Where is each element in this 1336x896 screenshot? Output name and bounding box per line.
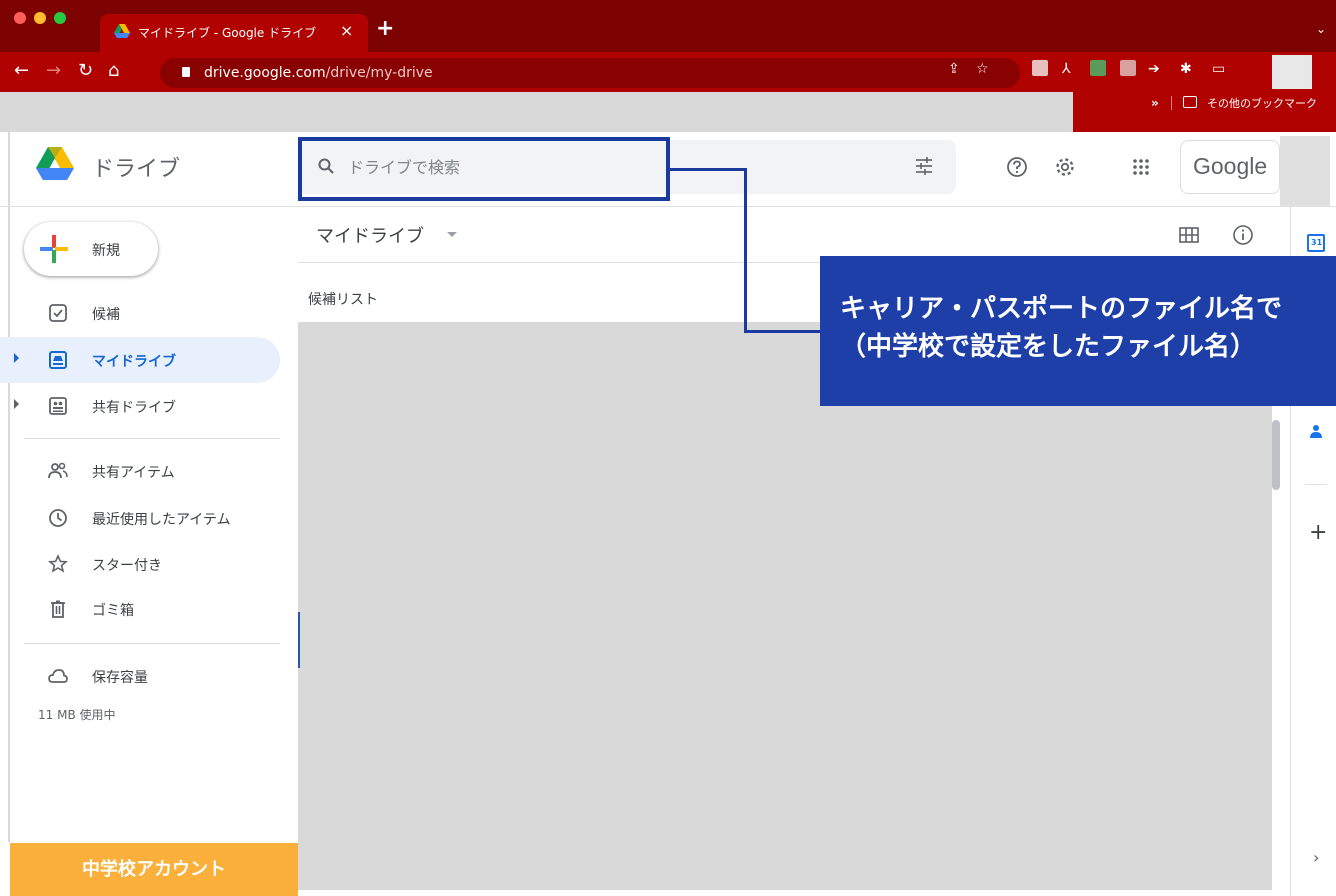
apps-grid-icon[interactable]: [1130, 156, 1152, 178]
tab-close-icon[interactable]: ×: [340, 21, 353, 40]
browser-tab-strip: マイドライブ - Google ドライブ × + ⌄: [0, 0, 1336, 52]
cast-extension-icon[interactable]: ➔: [1148, 60, 1160, 78]
clock-icon: [49, 509, 67, 527]
resize-handle[interactable]: [298, 612, 300, 668]
suggested-icon: [49, 304, 67, 322]
close-window-button[interactable]: [14, 12, 26, 24]
sidebar-item-trash[interactable]: ゴミ箱: [0, 586, 280, 632]
sidebar-item-suggested[interactable]: 候補: [0, 290, 280, 336]
settings-gear-icon[interactable]: [1054, 156, 1076, 178]
file-list-area: [298, 322, 1272, 890]
share-icon[interactable]: ⇪: [948, 60, 960, 78]
sidebar-divider: [24, 643, 280, 644]
storage-usage-text: 11 MB 使用中: [38, 708, 116, 722]
search-options-icon[interactable]: [914, 156, 934, 176]
sidebar-item-recent[interactable]: 最近使用したアイテム: [0, 495, 280, 541]
sidebar-item-my-drive[interactable]: マイドライブ: [0, 337, 280, 383]
new-plus-icon: [40, 235, 68, 263]
account-avatar[interactable]: [1280, 136, 1330, 206]
callout-connector: [670, 168, 747, 171]
folder-icon: [1183, 96, 1197, 108]
lock-icon: [182, 67, 190, 77]
side-panel-divider: [1305, 484, 1327, 485]
sidebar-item-label: スター付き: [92, 558, 162, 574]
google-wordmark: Google: [1193, 153, 1268, 179]
header-divider: [0, 206, 1336, 207]
breadcrumb-dropdown-icon[interactable]: [447, 232, 457, 237]
tab-search-icon[interactable]: ⌄: [1316, 22, 1326, 36]
sidebar-divider: [24, 438, 280, 439]
qr-extension-icon[interactable]: [1032, 60, 1048, 76]
callout-line-2: （中学校で設定をしたファイル名）: [840, 332, 1257, 362]
sidebar-item-label: 保存容量: [92, 670, 148, 686]
bookmarks-overflow-button[interactable]: »: [1151, 96, 1159, 110]
minimize-window-button[interactable]: [34, 12, 46, 24]
sidebar-item-label: 最近使用したアイテム: [92, 512, 231, 528]
side-panel-icon[interactable]: ▭: [1212, 60, 1225, 78]
help-icon[interactable]: [1006, 156, 1028, 178]
info-icon[interactable]: [1232, 224, 1254, 246]
breadcrumb[interactable]: マイドライブ: [316, 222, 424, 248]
address-bar[interactable]: drive.google.com/drive/my-drive: [160, 58, 1020, 88]
calendar-icon[interactable]: 31: [1307, 234, 1325, 252]
other-bookmarks-link[interactable]: その他のブックマーク: [1207, 95, 1317, 111]
sidebar-item-shared-drives[interactable]: 共有ドライブ: [0, 383, 280, 429]
contacts-icon[interactable]: [1309, 424, 1323, 438]
home-icon[interactable]: ⌂: [108, 60, 119, 82]
shared-drives-icon: [49, 397, 67, 415]
my-drive-icon: [49, 351, 67, 369]
new-button[interactable]: 新規: [24, 222, 158, 276]
google-account-button[interactable]: Google: [1180, 140, 1280, 194]
bookmarks-divider: [1171, 96, 1172, 110]
new-button-label: 新規: [92, 243, 120, 259]
search-highlight-box: [298, 137, 670, 201]
sidebar-item-shared-with-me[interactable]: 共有アイテム: [0, 448, 280, 494]
qr-code-extension-icon[interactable]: [1090, 60, 1106, 76]
bookmarks-area: » その他のブックマーク: [1073, 92, 1336, 132]
shared-icon: [48, 462, 68, 479]
new-tab-button[interactable]: +: [376, 16, 394, 41]
suggested-section-title: 候補リスト: [308, 292, 378, 308]
sidebar-item-storage[interactable]: 保存容量: [0, 653, 280, 699]
url-host: drive.google.com: [204, 65, 326, 81]
drive-favicon-icon: [114, 24, 130, 38]
cloud-icon: [48, 669, 68, 683]
sidebar-item-label: 候補: [92, 307, 120, 323]
callout-connector: [744, 168, 747, 332]
profile-avatar[interactable]: [1272, 55, 1312, 89]
account-type-badge: 中学校アカウント: [10, 843, 298, 896]
sidebar-item-label: ゴミ箱: [92, 603, 134, 619]
extensions-puzzle-icon[interactable]: ✱: [1180, 60, 1192, 78]
expand-caret-icon[interactable]: [14, 353, 19, 363]
screenshot-extension-icon[interactable]: [1120, 60, 1136, 76]
bookmark-star-icon[interactable]: ☆: [976, 60, 989, 78]
app-name: ドライブ: [92, 157, 181, 182]
expand-panel-icon[interactable]: ›: [1313, 848, 1319, 867]
trash-icon: [51, 600, 65, 618]
callout-line-1: キャリア・パスポートのファイル名で: [840, 294, 1283, 324]
sidebar-item-starred[interactable]: スター付き: [0, 541, 280, 587]
reload-icon[interactable]: ↻: [78, 60, 93, 82]
instruction-callout: キャリア・パスポートのファイル名で （中学校で設定をしたファイル名）: [820, 256, 1336, 406]
url-path: /drive/my-drive: [325, 65, 433, 81]
callout-connector: [744, 330, 822, 333]
grid-view-icon[interactable]: [1178, 224, 1200, 246]
tab-title: マイドライブ - Google ドライブ: [138, 26, 317, 40]
sidebar-item-label: マイドライブ: [92, 354, 176, 370]
drive-logo-icon: [36, 147, 74, 180]
calendar-day: 31: [1311, 238, 1323, 247]
expand-caret-icon[interactable]: [14, 399, 19, 409]
forward-icon[interactable]: →: [46, 60, 61, 82]
sidebar-item-label: 共有ドライブ: [92, 400, 176, 416]
bookmarks-bar: » その他のブックマーク: [0, 92, 1336, 132]
url-text: drive.google.com/drive/my-drive: [204, 65, 433, 81]
pdf-extension-icon[interactable]: ⅄: [1062, 60, 1071, 78]
add-addon-button[interactable]: +: [1309, 520, 1327, 545]
browser-tab[interactable]: マイドライブ - Google ドライブ ×: [100, 14, 368, 52]
scrollbar-thumb[interactable]: [1272, 420, 1280, 490]
back-icon[interactable]: ←: [14, 60, 29, 82]
sidebar-item-label: 共有アイテム: [92, 465, 175, 481]
star-icon: [48, 554, 68, 573]
maximize-window-button[interactable]: [54, 12, 66, 24]
